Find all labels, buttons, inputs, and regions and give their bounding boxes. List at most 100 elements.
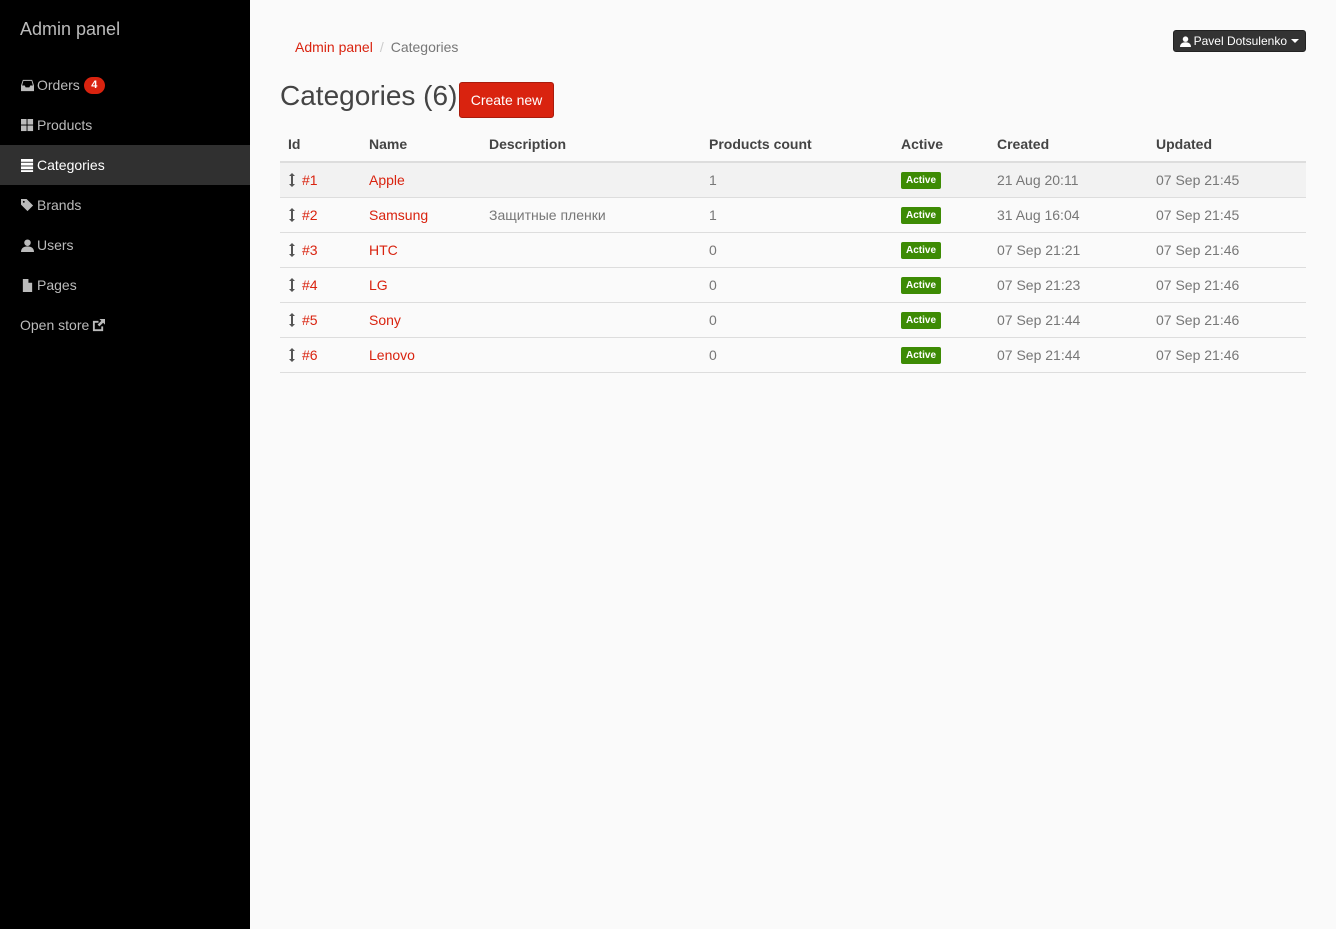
row-updated: 07 Sep 21:46 <box>1148 267 1306 303</box>
row-name-link[interactable]: HTC <box>369 242 398 258</box>
row-name-cell: Sony <box>361 302 481 338</box>
column-header-updated[interactable]: Updated <box>1148 127 1306 163</box>
sidebar-item-products[interactable]: Products <box>0 105 250 145</box>
create-new-button[interactable]: Create new <box>459 82 554 118</box>
grid-icon <box>20 118 34 132</box>
categories-table: Id Name Description Products count Activ… <box>280 127 1306 373</box>
row-id-cell: #3 <box>280 232 361 268</box>
column-header-description[interactable]: Description <box>481 127 701 163</box>
row-active-cell: Active <box>893 162 989 198</box>
orders-count-badge: 4 <box>83 76 105 94</box>
table-row: #2 Samsung Защитные пленки 1 Active 31 A… <box>280 197 1306 233</box>
row-name-link[interactable]: LG <box>369 277 388 293</box>
row-name-link[interactable]: Samsung <box>369 207 428 223</box>
table-row: #5 Sony 0 Active 07 Sep 21:44 07 Sep 21:… <box>280 302 1306 338</box>
row-updated: 07 Sep 21:46 <box>1148 302 1306 338</box>
row-updated: 07 Sep 21:46 <box>1148 337 1306 373</box>
sidebar-item-pages[interactable]: Pages <box>0 265 250 305</box>
sidebar-item-label: Brands <box>37 197 82 213</box>
row-description <box>481 232 701 268</box>
breadcrumb-separator: / <box>379 39 384 55</box>
row-products-count: 1 <box>701 162 893 198</box>
row-updated: 07 Sep 21:46 <box>1148 232 1306 268</box>
table-header-row: Id Name Description Products count Activ… <box>280 127 1306 163</box>
column-header-active[interactable]: Active <box>893 127 989 163</box>
brand-title[interactable]: Admin panel <box>20 19 120 40</box>
user-menu-button[interactable]: Pavel Dotsulenko <box>1172 30 1306 52</box>
breadcrumb-current: Categories <box>390 39 459 55</box>
row-description <box>481 337 701 373</box>
drag-handle-icon[interactable] <box>288 242 296 258</box>
row-description <box>481 302 701 338</box>
external-link-icon <box>92 318 106 332</box>
breadcrumb-link-admin[interactable]: Admin panel <box>295 39 373 55</box>
row-products-count: 0 <box>701 267 893 303</box>
row-id-cell: #5 <box>280 302 361 338</box>
user-icon <box>20 238 34 252</box>
row-id-cell: #4 <box>280 267 361 303</box>
status-badge: Active <box>901 347 942 364</box>
row-id-link[interactable]: #3 <box>302 242 318 258</box>
breadcrumb: Admin panel / Categories <box>295 39 458 55</box>
row-products-count: 1 <box>701 197 893 233</box>
user-icon <box>1179 35 1191 47</box>
row-name-cell: HTC <box>361 232 481 268</box>
sidebar-item-label: Orders <box>37 77 80 93</box>
drag-handle-icon[interactable] <box>288 312 296 328</box>
drag-handle-icon[interactable] <box>288 347 296 363</box>
column-header-name[interactable]: Name <box>361 127 481 163</box>
status-badge: Active <box>901 242 942 259</box>
row-name-cell: LG <box>361 267 481 303</box>
status-badge: Active <box>901 172 942 190</box>
table-row: #6 Lenovo 0 Active 07 Sep 21:44 07 Sep 2… <box>280 337 1306 373</box>
status-badge: Active <box>901 207 942 224</box>
sidebar-item-brands[interactable]: Brands <box>0 185 250 225</box>
row-active-cell: Active <box>893 302 989 338</box>
row-name-link[interactable]: Sony <box>369 312 401 328</box>
row-name-cell: Samsung <box>361 197 481 233</box>
row-id-cell: #1 <box>280 162 361 198</box>
row-products-count: 0 <box>701 302 893 338</box>
user-name: Pavel Dotsulenko <box>1193 34 1287 48</box>
page-title: Categories (6) <box>280 80 458 111</box>
row-id-cell: #2 <box>280 197 361 233</box>
caret-down-icon <box>1291 39 1299 43</box>
list-icon <box>20 158 34 172</box>
sidebar-item-open-store[interactable]: Open store <box>0 305 250 345</box>
row-created: 07 Sep 21:21 <box>989 232 1148 268</box>
row-name-link[interactable]: Lenovo <box>369 347 415 363</box>
file-icon <box>20 278 34 292</box>
sidebar-item-users[interactable]: Users <box>0 225 250 265</box>
row-created: 07 Sep 21:23 <box>989 267 1148 303</box>
row-active-cell: Active <box>893 267 989 303</box>
column-header-created[interactable]: Created <box>989 127 1148 163</box>
table-row: #4 LG 0 Active 07 Sep 21:23 07 Sep 21:46 <box>280 267 1306 303</box>
row-name-link[interactable]: Apple <box>369 172 405 188</box>
sidebar-item-categories[interactable]: Categories <box>0 145 250 185</box>
column-header-id[interactable]: Id <box>280 127 361 163</box>
row-id-link[interactable]: #6 <box>302 347 318 363</box>
table-row: #3 HTC 0 Active 07 Sep 21:21 07 Sep 21:4… <box>280 232 1306 268</box>
row-description: Защитные пленки <box>481 197 701 233</box>
row-products-count: 0 <box>701 232 893 268</box>
sidebar-item-label: Users <box>37 237 74 253</box>
inbox-icon <box>20 78 34 92</box>
drag-handle-icon[interactable] <box>288 172 296 188</box>
drag-handle-icon[interactable] <box>288 207 296 223</box>
sidebar-item-label: Categories <box>37 157 105 173</box>
row-active-cell: Active <box>893 197 989 233</box>
row-products-count: 0 <box>701 337 893 373</box>
drag-handle-icon[interactable] <box>288 277 296 293</box>
row-description <box>481 162 701 198</box>
sidebar-item-label: Products <box>37 117 93 133</box>
sidebar-nav: Orders 4 Products Categories Brands User… <box>0 65 250 345</box>
row-id-link[interactable]: #4 <box>302 277 318 293</box>
column-header-products-count[interactable]: Products count <box>701 127 893 163</box>
table-row: #1 Apple 1 Active 21 Aug 20:11 07 Sep 21… <box>280 162 1306 198</box>
row-created: 31 Aug 16:04 <box>989 197 1148 233</box>
main-content: Admin panel / Categories Pavel Dotsulenk… <box>250 0 1336 929</box>
row-id-link[interactable]: #5 <box>302 312 318 328</box>
row-id-link[interactable]: #2 <box>302 207 318 223</box>
row-id-link[interactable]: #1 <box>302 172 318 188</box>
sidebar-item-orders[interactable]: Orders 4 <box>0 65 250 105</box>
